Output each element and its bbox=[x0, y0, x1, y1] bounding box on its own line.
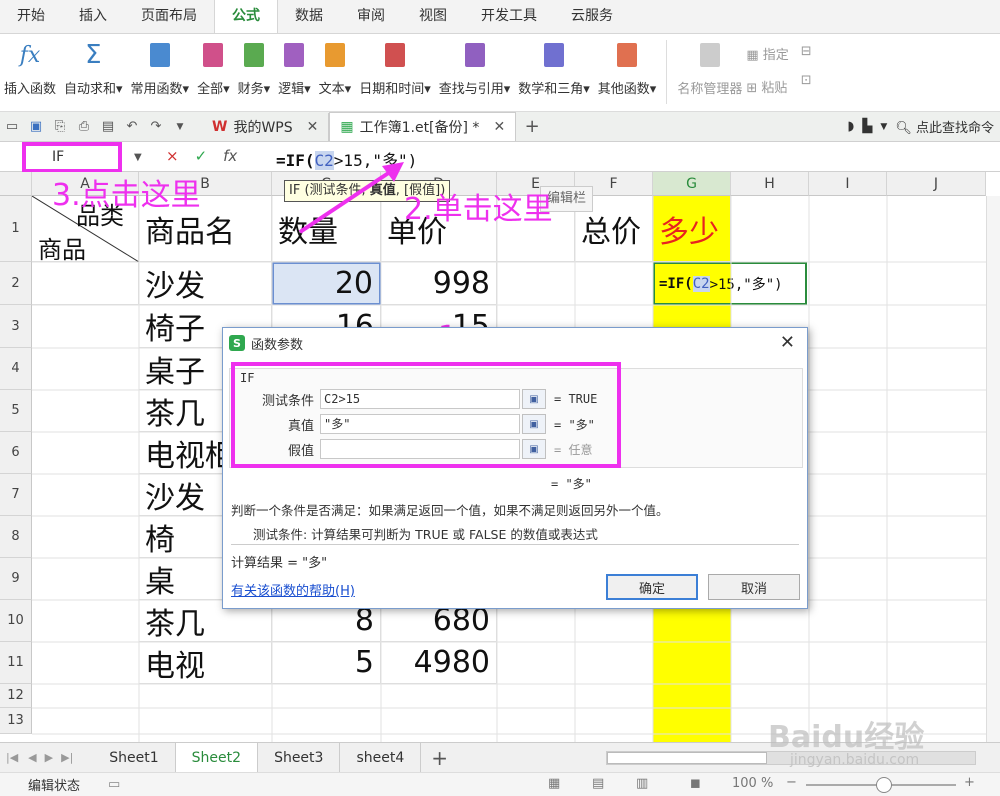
status-cell-icon: ▭ bbox=[108, 777, 121, 792]
zoom-in-icon[interactable]: + bbox=[964, 775, 975, 790]
dialog-title: 函数参数 bbox=[251, 337, 304, 353]
argument-description: 测试条件: 计算结果可判断为 TRUE 或 FALSE 的数值或表达式 bbox=[253, 527, 598, 542]
function-arguments-dialog: S 函数参数 ✕ IF 测试条件 C2>15 ▣ = TRUE 真值 "多" ▣… bbox=[222, 327, 808, 609]
sheet-tab-3[interactable]: Sheet3 bbox=[258, 742, 341, 773]
horizontal-scroll-thumb[interactable] bbox=[607, 752, 767, 764]
sheet-tab-4[interactable]: sheet4 bbox=[340, 742, 422, 773]
wps-sheet-logo-icon: S bbox=[229, 335, 245, 351]
zoom-out-icon[interactable]: − bbox=[786, 775, 797, 790]
zoom-slider-thumb[interactable] bbox=[876, 777, 892, 793]
page-layout-view-icon[interactable]: ▤ bbox=[592, 776, 604, 791]
function-description: 判断一个条件是否满足：如果满足返回一个值，如果不满足则返回另外一个值。 bbox=[231, 503, 669, 518]
calculation-result: 计算结果 = "多" bbox=[231, 556, 328, 571]
vertical-scrollbar[interactable] bbox=[986, 196, 1000, 742]
sheet-nav-next-icon[interactable]: ▶ bbox=[41, 751, 57, 764]
status-mode: 编辑状态 bbox=[28, 779, 81, 794]
page-break-view-icon[interactable]: ▥ bbox=[636, 776, 648, 791]
zoom-level[interactable]: 100 % bbox=[732, 776, 773, 791]
baidu-watermark: Baidu经验 bbox=[768, 720, 925, 755]
baidu-watermark-url: jingyan.baidu.com bbox=[790, 752, 920, 768]
fullscreen-icon[interactable]: ◼ bbox=[690, 776, 701, 791]
add-sheet-button[interactable]: + bbox=[421, 746, 458, 770]
ok-button[interactable]: 确定 bbox=[606, 574, 698, 600]
cancel-button[interactable]: 取消 bbox=[708, 574, 800, 600]
annotation-highlight-arguments bbox=[231, 362, 621, 468]
sheet-nav-first-icon[interactable]: |◀ bbox=[0, 751, 24, 764]
status-bar: 编辑状态 ▭ ▦ ▤ ▥ ◼ 100 % − + bbox=[0, 772, 1000, 796]
normal-view-icon[interactable]: ▦ bbox=[548, 776, 560, 791]
sheet-nav-last-icon[interactable]: ▶| bbox=[57, 751, 81, 764]
sheet-tab-2[interactable]: Sheet2 bbox=[175, 742, 259, 773]
dialog-titlebar: S 函数参数 bbox=[223, 328, 807, 358]
sheet-nav-prev-icon[interactable]: ◀ bbox=[24, 751, 40, 764]
close-icon[interactable]: ✕ bbox=[780, 332, 795, 353]
dialog-divider bbox=[231, 544, 799, 545]
overall-result: = "多" bbox=[551, 477, 592, 491]
function-help-link[interactable]: 有关该函数的帮助(H) bbox=[231, 580, 355, 599]
sheet-tab-1[interactable]: Sheet1 bbox=[93, 742, 176, 773]
